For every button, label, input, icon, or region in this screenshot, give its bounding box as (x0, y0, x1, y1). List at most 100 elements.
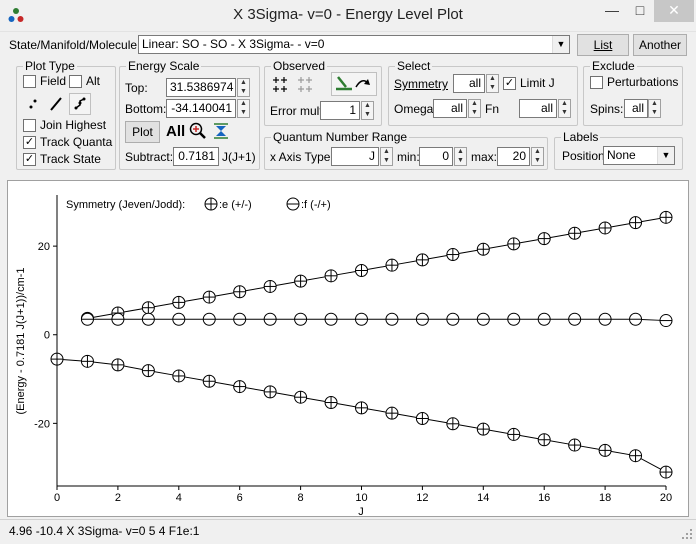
data-point[interactable] (415, 411, 429, 425)
subtract-field[interactable]: 0.7181 (173, 147, 219, 166)
data-point[interactable] (507, 237, 521, 251)
data-point[interactable] (50, 352, 64, 366)
max-field[interactable]: 20 (497, 147, 530, 166)
field-checkbox[interactable] (23, 75, 36, 88)
data-point[interactable] (598, 443, 612, 457)
data-point[interactable] (629, 449, 643, 463)
data-point[interactable] (415, 253, 429, 267)
track-quanta-checkbox[interactable]: ✓ (23, 136, 36, 149)
data-point[interactable] (294, 312, 308, 326)
another-button[interactable]: Another (633, 34, 687, 56)
data-point[interactable] (385, 258, 399, 272)
data-point[interactable] (659, 210, 673, 224)
minimize-button[interactable]: — (598, 0, 626, 22)
data-point[interactable] (141, 312, 155, 326)
data-point[interactable] (537, 433, 551, 447)
data-point[interactable] (507, 427, 521, 441)
omega-field[interactable]: all (433, 99, 467, 118)
observed-fit-icon[interactable] (331, 72, 377, 96)
scale-arrows-icon[interactable] (212, 122, 230, 140)
position-select[interactable]: None ▼ (603, 146, 675, 165)
data-point[interactable] (476, 242, 490, 256)
fn-field[interactable]: all (519, 99, 557, 118)
close-button[interactable]: ✕ (654, 0, 694, 22)
data-point[interactable] (202, 290, 216, 304)
state-selector[interactable]: Linear: SO - SO - X 3Sigma- - v=0 ▼ (138, 35, 570, 54)
chevron-down-icon[interactable]: ▼ (657, 147, 674, 164)
data-point[interactable] (263, 312, 277, 326)
bottom-spinner[interactable]: ▲ ▼ (237, 99, 250, 118)
data-point[interactable] (202, 312, 216, 326)
points-lines-mode-icon[interactable] (69, 93, 91, 115)
chevron-down-icon[interactable]: ▼ (552, 36, 569, 53)
xaxis-type-field[interactable]: J (331, 147, 379, 166)
lines-mode-icon[interactable] (46, 94, 66, 114)
data-point[interactable] (385, 312, 399, 326)
data-point[interactable] (355, 263, 368, 277)
data-point[interactable] (355, 312, 368, 326)
min-spinner[interactable]: ▲ ▼ (454, 147, 467, 166)
data-point[interactable] (629, 312, 643, 326)
data-point[interactable] (446, 248, 460, 262)
data-point[interactable] (233, 312, 247, 326)
plot-button[interactable]: Plot (125, 121, 160, 143)
data-point[interactable] (80, 312, 94, 326)
error-mult-field[interactable]: 1 (320, 101, 360, 120)
perturbations-checkbox[interactable] (590, 76, 603, 89)
list-button[interactable]: List (577, 34, 629, 56)
data-point[interactable] (598, 312, 612, 326)
data-point[interactable] (659, 314, 673, 328)
data-point[interactable] (172, 312, 186, 326)
data-point[interactable] (202, 374, 216, 388)
show-observed-icon[interactable] (270, 75, 290, 95)
data-point[interactable] (263, 279, 277, 293)
maximize-button[interactable]: □ (626, 0, 654, 22)
error-mult-spinner[interactable]: ▲ ▼ (361, 101, 374, 120)
data-point[interactable] (294, 274, 308, 288)
data-point[interactable] (111, 358, 125, 372)
track-state-checkbox[interactable]: ✓ (23, 153, 36, 166)
data-point[interactable] (568, 226, 582, 240)
data-point[interactable] (324, 396, 338, 410)
data-point[interactable] (385, 406, 399, 420)
fn-spinner[interactable]: ▲ ▼ (558, 99, 571, 118)
data-point[interactable] (355, 401, 368, 415)
omega-spinner[interactable]: ▲ ▼ (468, 99, 481, 118)
bottom-field[interactable]: -34.140041 (166, 99, 236, 118)
symmetry-field[interactable]: all (453, 74, 485, 93)
data-point[interactable] (141, 301, 155, 315)
data-point[interactable] (568, 312, 582, 326)
data-point[interactable] (415, 312, 429, 326)
data-point[interactable] (233, 285, 247, 299)
symmetry-spinner[interactable]: ▲ ▼ (486, 74, 499, 93)
data-point[interactable] (659, 465, 673, 479)
data-point[interactable] (598, 221, 612, 235)
top-field[interactable]: 31.5386974 (166, 78, 236, 97)
data-point[interactable] (294, 390, 308, 404)
spins-field[interactable]: all (624, 99, 648, 118)
join-highest-checkbox[interactable] (23, 119, 36, 132)
data-point[interactable] (172, 369, 186, 383)
data-point[interactable] (263, 385, 277, 399)
data-point[interactable] (446, 417, 460, 431)
data-point[interactable] (507, 312, 521, 326)
data-point[interactable] (141, 364, 155, 378)
max-spinner[interactable]: ▲ ▼ (531, 147, 544, 166)
data-point[interactable] (537, 232, 551, 246)
energy-level-plot[interactable]: Symmetry (Jeven/Jodd): :e (+/-) :f (-/+)… (7, 180, 689, 517)
points-mode-icon[interactable] (23, 94, 43, 114)
data-point[interactable] (80, 354, 94, 368)
hide-observed-icon[interactable] (295, 75, 315, 95)
all-button[interactable]: All (166, 123, 185, 140)
xaxis-type-spinner[interactable]: ▲ ▼ (380, 147, 393, 166)
data-point[interactable] (324, 312, 338, 326)
data-point[interactable] (537, 312, 551, 326)
min-field[interactable]: 0 (419, 147, 453, 166)
data-point[interactable] (476, 422, 490, 436)
alt-checkbox[interactable] (69, 75, 82, 88)
limit-j-checkbox[interactable]: ✓ (503, 77, 516, 90)
top-spinner[interactable]: ▲ ▼ (237, 78, 250, 97)
resize-grip-icon[interactable] (681, 528, 693, 540)
data-point[interactable] (446, 312, 460, 326)
data-point[interactable] (476, 312, 490, 326)
